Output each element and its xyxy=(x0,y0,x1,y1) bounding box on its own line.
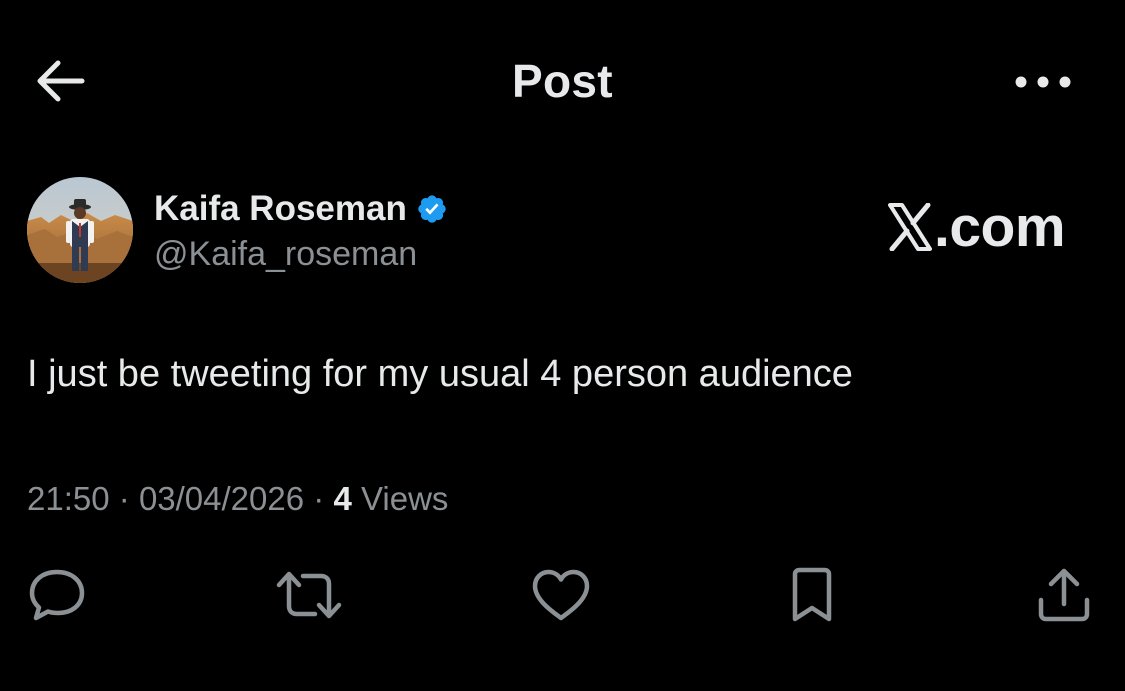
avatar[interactable] xyxy=(27,177,133,283)
watermark-domain: .com xyxy=(934,195,1066,259)
views-label: Views xyxy=(360,480,449,517)
post-date[interactable]: 03/04/2026 xyxy=(139,480,304,517)
post-metadata: 21:50 · 03/04/2026 · 4 Views xyxy=(27,480,448,518)
display-name[interactable]: Kaifa Roseman xyxy=(154,189,407,229)
page-title: Post xyxy=(512,55,613,107)
x-com-watermark: .com xyxy=(888,194,1066,260)
post-author: Kaifa Roseman @Kaifa_roseman xyxy=(27,177,448,287)
x-logo-icon xyxy=(888,203,932,251)
avatar-photo xyxy=(27,177,133,283)
more-options-button[interactable] xyxy=(1008,62,1078,102)
verified-badge-icon xyxy=(416,193,448,225)
repost-icon xyxy=(276,571,342,619)
repost-button[interactable] xyxy=(274,560,344,630)
more-horizontal-icon xyxy=(1015,76,1071,88)
bookmark-icon xyxy=(792,567,832,622)
share-button[interactable] xyxy=(1029,560,1099,630)
like-button[interactable] xyxy=(526,560,596,630)
user-handle[interactable]: @Kaifa_roseman xyxy=(154,235,448,274)
action-bar xyxy=(0,560,1125,630)
bookmark-button[interactable] xyxy=(777,560,847,630)
heart-icon xyxy=(532,569,590,621)
top-bar: Post xyxy=(0,40,1125,124)
meta-separator: · xyxy=(313,480,325,517)
post-text: I just be tweeting for my usual 4 person… xyxy=(27,353,853,395)
reply-button[interactable] xyxy=(22,560,92,630)
name-row: Kaifa Roseman xyxy=(154,187,448,231)
author-info: Kaifa Roseman @Kaifa_roseman xyxy=(154,187,448,274)
post-time[interactable]: 21:50 xyxy=(27,480,110,517)
reply-bubble-icon xyxy=(29,569,85,621)
share-upload-icon xyxy=(1038,568,1090,622)
meta-separator: · xyxy=(118,480,130,517)
views-count: 4 xyxy=(333,480,352,517)
